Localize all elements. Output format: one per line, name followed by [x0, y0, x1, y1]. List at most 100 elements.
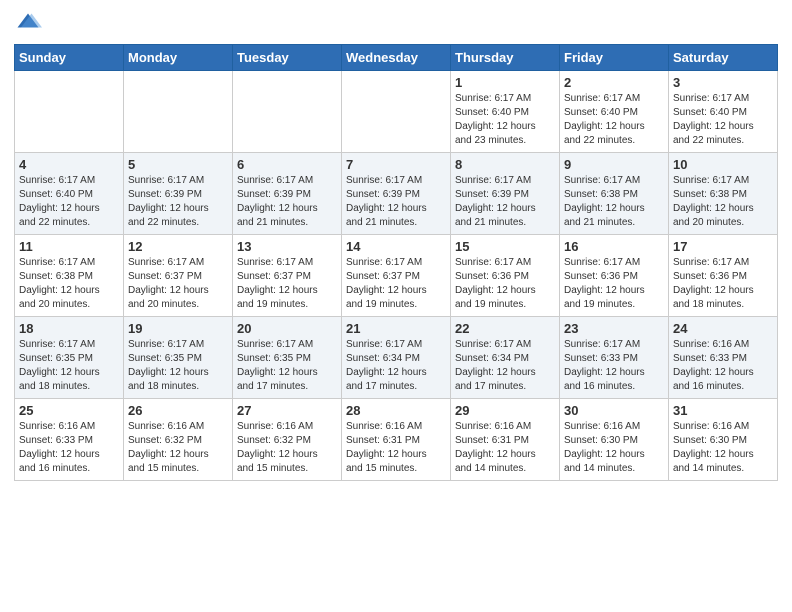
- day-info: Sunrise: 6:17 AM Sunset: 6:35 PM Dayligh…: [19, 338, 119, 394]
- day-cell-6: 6 Sunrise: 6:17 AM Sunset: 6:39 PM Daylig…: [233, 153, 342, 235]
- day-info: Sunrise: 6:17 AM Sunset: 6:39 PM Dayligh…: [237, 174, 337, 230]
- day-cell-26: 26Sunrise: 6:16 AM Sunset: 6:32 PM Dayli…: [124, 399, 233, 481]
- day-number: 31: [673, 403, 773, 418]
- day-cell-14: 14 Sunrise: 6:17 AM Sunset: 6:37 PM Dayli…: [342, 235, 451, 317]
- day-number: 29: [455, 403, 555, 418]
- week-row-2: 11 Sunrise: 6:17 AM Sunset: 6:38 PM Dayli…: [15, 235, 778, 317]
- day-number: 25: [19, 403, 119, 418]
- day-cell-22: 22 Sunrise: 6:17 AM Sunset: 6:34 PM Dayli…: [451, 317, 560, 399]
- empty-cell: [124, 71, 233, 153]
- week-row-1: 4 Sunrise: 6:17 AM Sunset: 6:40 PM Daylig…: [15, 153, 778, 235]
- day-number: 14: [346, 239, 446, 254]
- day-cell-12: 12Sunrise: 6:17 AM Sunset: 6:37 PM Dayli…: [124, 235, 233, 317]
- day-info: Sunrise: 6:17 AM Sunset: 6:36 PM Dayligh…: [673, 256, 773, 312]
- calendar: SundayMondayTuesdayWednesdayThursdayFrid…: [14, 44, 778, 481]
- day-cell-25: 25 Sunrise: 6:16 AM Sunset: 6:33 PM Dayli…: [15, 399, 124, 481]
- day-number: 3: [673, 75, 773, 90]
- day-cell-17: 17 Sunrise: 6:17 AM Sunset: 6:36 PM Dayli…: [669, 235, 778, 317]
- day-cell-2: 2 Sunrise: 6:17 AM Sunset: 6:40 PM Daylig…: [560, 71, 669, 153]
- day-info: Sunrise: 6:17 AM Sunset: 6:38 PM Dayligh…: [19, 256, 119, 312]
- day-info: Sunrise: 6:17 AM Sunset: 6:39 PM Dayligh…: [128, 174, 228, 230]
- day-number: 28: [346, 403, 446, 418]
- day-number: 23: [564, 321, 664, 336]
- day-info: Sunrise: 6:17 AM Sunset: 6:33 PM Dayligh…: [564, 338, 664, 394]
- day-cell-27: 27Sunrise: 6:16 AM Sunset: 6:32 PM Dayli…: [233, 399, 342, 481]
- day-cell-1: 1 Sunrise: 6:17 AM Sunset: 6:40 PM Daylig…: [451, 71, 560, 153]
- weekday-header-row: SundayMondayTuesdayWednesdayThursdayFrid…: [15, 45, 778, 71]
- week-row-0: 1 Sunrise: 6:17 AM Sunset: 6:40 PM Daylig…: [15, 71, 778, 153]
- weekday-saturday: Saturday: [669, 45, 778, 71]
- logo: [14, 10, 44, 38]
- day-number: 13: [237, 239, 337, 254]
- day-number: 16: [564, 239, 664, 254]
- day-cell-28: 28 Sunrise: 6:16 AM Sunset: 6:31 PM Dayli…: [342, 399, 451, 481]
- day-number: 22: [455, 321, 555, 336]
- day-info: Sunrise: 6:16 AM Sunset: 6:33 PM Dayligh…: [19, 420, 119, 476]
- day-info: Sunrise: 6:16 AM Sunset: 6:30 PM Dayligh…: [673, 420, 773, 476]
- day-cell-3: 3 Sunrise: 6:17 AM Sunset: 6:40 PM Daylig…: [669, 71, 778, 153]
- day-info: Sunrise: 6:17 AM Sunset: 6:34 PM Dayligh…: [455, 338, 555, 394]
- day-number: 6: [237, 157, 337, 172]
- day-info: Sunrise: 6:17 AM Sunset: 6:34 PM Dayligh…: [346, 338, 446, 394]
- day-info: Sunrise: 6:17 AM Sunset: 6:37 PM Dayligh…: [237, 256, 337, 312]
- page: SundayMondayTuesdayWednesdayThursdayFrid…: [0, 0, 792, 612]
- day-info: Sunrise: 6:16 AM Sunset: 6:31 PM Dayligh…: [455, 420, 555, 476]
- day-number: 17: [673, 239, 773, 254]
- day-info: Sunrise: 6:17 AM Sunset: 6:38 PM Dayligh…: [564, 174, 664, 230]
- day-number: 11: [19, 239, 119, 254]
- weekday-monday: Monday: [124, 45, 233, 71]
- day-number: 21: [346, 321, 446, 336]
- day-number: 2: [564, 75, 664, 90]
- day-info: Sunrise: 6:17 AM Sunset: 6:36 PM Dayligh…: [455, 256, 555, 312]
- day-number: 7: [346, 157, 446, 172]
- day-cell-10: 10 Sunrise: 6:17 AM Sunset: 6:38 PM Dayli…: [669, 153, 778, 235]
- logo-icon: [14, 10, 42, 38]
- empty-cell: [342, 71, 451, 153]
- day-info: Sunrise: 6:17 AM Sunset: 6:35 PM Dayligh…: [237, 338, 337, 394]
- day-cell-31: 31 Sunrise: 6:16 AM Sunset: 6:30 PM Dayli…: [669, 399, 778, 481]
- day-info: Sunrise: 6:17 AM Sunset: 6:38 PM Dayligh…: [673, 174, 773, 230]
- weekday-sunday: Sunday: [15, 45, 124, 71]
- weekday-friday: Friday: [560, 45, 669, 71]
- day-cell-23: 23 Sunrise: 6:17 AM Sunset: 6:33 PM Dayli…: [560, 317, 669, 399]
- day-cell-8: 8 Sunrise: 6:17 AM Sunset: 6:39 PM Daylig…: [451, 153, 560, 235]
- day-cell-30: 30 Sunrise: 6:16 AM Sunset: 6:30 PM Dayli…: [560, 399, 669, 481]
- day-cell-11: 11 Sunrise: 6:17 AM Sunset: 6:38 PM Dayli…: [15, 235, 124, 317]
- header: [14, 10, 778, 38]
- day-cell-20: 20 Sunrise: 6:17 AM Sunset: 6:35 PM Dayli…: [233, 317, 342, 399]
- day-number: 15: [455, 239, 555, 254]
- day-number: 5: [128, 157, 228, 172]
- day-number: 1: [455, 75, 555, 90]
- day-number: 10: [673, 157, 773, 172]
- day-number: 4: [19, 157, 119, 172]
- week-row-3: 18Sunrise: 6:17 AM Sunset: 6:35 PM Dayli…: [15, 317, 778, 399]
- day-cell-29: 29 Sunrise: 6:16 AM Sunset: 6:31 PM Dayli…: [451, 399, 560, 481]
- day-cell-16: 16Sunrise: 6:17 AM Sunset: 6:36 PM Dayli…: [560, 235, 669, 317]
- empty-cell: [233, 71, 342, 153]
- day-cell-21: 21 Sunrise: 6:17 AM Sunset: 6:34 PM Dayli…: [342, 317, 451, 399]
- day-number: 20: [237, 321, 337, 336]
- day-info: Sunrise: 6:16 AM Sunset: 6:30 PM Dayligh…: [564, 420, 664, 476]
- day-cell-18: 18Sunrise: 6:17 AM Sunset: 6:35 PM Dayli…: [15, 317, 124, 399]
- day-info: Sunrise: 6:17 AM Sunset: 6:40 PM Dayligh…: [673, 92, 773, 148]
- day-number: 19: [128, 321, 228, 336]
- day-cell-15: 15 Sunrise: 6:17 AM Sunset: 6:36 PM Dayli…: [451, 235, 560, 317]
- day-info: Sunrise: 6:17 AM Sunset: 6:37 PM Dayligh…: [346, 256, 446, 312]
- day-number: 8: [455, 157, 555, 172]
- day-cell-13: 13 Sunrise: 6:17 AM Sunset: 6:37 PM Dayli…: [233, 235, 342, 317]
- day-number: 30: [564, 403, 664, 418]
- day-info: Sunrise: 6:17 AM Sunset: 6:40 PM Dayligh…: [564, 92, 664, 148]
- day-info: Sunrise: 6:16 AM Sunset: 6:33 PM Dayligh…: [673, 338, 773, 394]
- day-cell-9: 9Sunrise: 6:17 AM Sunset: 6:38 PM Daylig…: [560, 153, 669, 235]
- weekday-tuesday: Tuesday: [233, 45, 342, 71]
- day-info: Sunrise: 6:17 AM Sunset: 6:40 PM Dayligh…: [19, 174, 119, 230]
- day-info: Sunrise: 6:16 AM Sunset: 6:31 PM Dayligh…: [346, 420, 446, 476]
- day-info: Sunrise: 6:17 AM Sunset: 6:40 PM Dayligh…: [455, 92, 555, 148]
- empty-cell: [15, 71, 124, 153]
- day-info: Sunrise: 6:16 AM Sunset: 6:32 PM Dayligh…: [237, 420, 337, 476]
- day-cell-5: 5 Sunrise: 6:17 AM Sunset: 6:39 PM Daylig…: [124, 153, 233, 235]
- day-info: Sunrise: 6:17 AM Sunset: 6:35 PM Dayligh…: [128, 338, 228, 394]
- weekday-thursday: Thursday: [451, 45, 560, 71]
- day-info: Sunrise: 6:17 AM Sunset: 6:39 PM Dayligh…: [455, 174, 555, 230]
- day-number: 26: [128, 403, 228, 418]
